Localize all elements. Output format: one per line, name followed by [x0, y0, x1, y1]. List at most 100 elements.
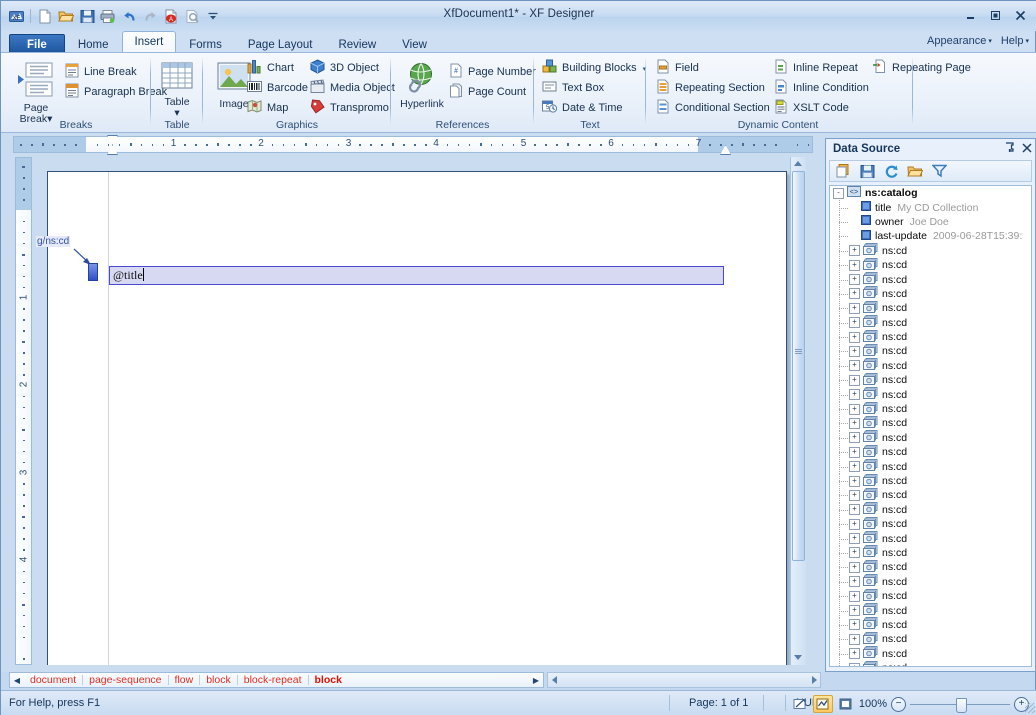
page-number-button[interactable]: # Page Number: [447, 62, 540, 82]
table-dropdown[interactable]: ▾: [174, 107, 179, 119]
expand-icon[interactable]: +: [849, 403, 860, 415]
scrollbar-thumb[interactable]: [792, 171, 805, 561]
preview-view-icon[interactable]: [837, 696, 855, 712]
tree-node[interactable]: + ns:cd: [830, 315, 1031, 330]
expand-icon[interactable]: +: [849, 461, 860, 473]
filter-data-source-icon[interactable]: [929, 162, 949, 180]
tree-node[interactable]: + ns:cd: [830, 444, 1031, 460]
breadcrumb-item[interactable]: block: [309, 674, 348, 686]
expand-icon[interactable]: +: [849, 590, 860, 602]
map-button[interactable]: Map: [245, 98, 292, 118]
tree-node[interactable]: + ns:cd: [830, 516, 1031, 532]
expand-icon[interactable]: +: [849, 576, 860, 588]
minimize-button[interactable]: [959, 7, 981, 24]
tree-node[interactable]: + ns:cd: [830, 531, 1031, 546]
page-break-button[interactable]: Page Break▾: [7, 58, 65, 125]
tree-node[interactable]: + ns:cd: [830, 344, 1031, 359]
expand-icon[interactable]: +: [849, 288, 860, 300]
tree-node[interactable]: + ns:cd: [830, 631, 1031, 647]
data-source-tree[interactable]: - <> ns:catalog title My CD Collection owner J…: [829, 185, 1032, 667]
page-indicator[interactable]: Page: 1 of 1: [689, 697, 748, 709]
canvas-vertical-scrollbar[interactable]: [790, 157, 806, 665]
tree-node[interactable]: + ns:cd: [830, 502, 1031, 517]
expand-icon[interactable]: +: [849, 432, 860, 444]
repeating-page-button[interactable]: Repeating Page: [870, 58, 975, 78]
expand-icon[interactable]: +: [849, 417, 860, 429]
building-blocks-button[interactable]: Building Blocks ▾: [540, 58, 650, 78]
vertical-ruler[interactable]: 1 2 3 4: [15, 157, 32, 665]
zoom-slider[interactable]: [910, 696, 1010, 713]
expand-icon[interactable]: +: [849, 605, 860, 617]
expand-icon[interactable]: +: [849, 331, 860, 343]
tree-node[interactable]: + ns:cd: [830, 545, 1031, 561]
breadcrumb-prev-button[interactable]: ◀: [10, 676, 24, 685]
expand-icon[interactable]: +: [849, 360, 860, 372]
tree-node[interactable]: + ns:cd: [830, 272, 1031, 287]
text-box-button[interactable]: Text Box: [540, 78, 608, 98]
tree-node[interactable]: + ns:cd: [830, 559, 1031, 575]
expand-icon[interactable]: +: [849, 547, 860, 559]
expand-icon[interactable]: +: [849, 345, 860, 357]
expand-icon[interactable]: +: [849, 504, 860, 516]
tree-node[interactable]: owner Joe Doe: [830, 214, 1031, 230]
new-data-source-icon[interactable]: [833, 162, 853, 180]
zoom-level[interactable]: 100%: [859, 698, 887, 710]
breadcrumb-item[interactable]: block-repeat: [238, 674, 308, 686]
expand-icon[interactable]: +: [849, 274, 860, 286]
zoom-slider-thumb[interactable]: [956, 698, 967, 713]
document-page[interactable]: g/ns:cd @title: [36, 171, 787, 665]
inline-repeat-button[interactable]: Inline Repeat: [772, 58, 862, 78]
document-canvas[interactable]: g/ns:cd @title: [34, 157, 806, 665]
date-time-button[interactable]: 5 Date & Time: [540, 98, 627, 118]
expand-icon[interactable]: +: [849, 662, 860, 666]
expand-icon[interactable]: +: [849, 489, 860, 501]
tree-node[interactable]: title My CD Collection: [830, 200, 1031, 215]
tree-node[interactable]: + ns:cd: [830, 387, 1031, 402]
hscroll-left-arrow[interactable]: [549, 674, 560, 686]
design-view-icon[interactable]: [791, 696, 809, 712]
pin-icon[interactable]: [1001, 142, 1018, 156]
collapse-icon[interactable]: -: [833, 187, 844, 199]
scroll-down-arrow[interactable]: [794, 655, 802, 660]
canvas-horizontal-scrollbar[interactable]: [547, 672, 821, 688]
3d-object-button[interactable]: 3D Object: [308, 58, 383, 78]
maximize-button[interactable]: [984, 7, 1006, 24]
breadcrumb-next-button[interactable]: ▶: [529, 676, 543, 685]
expand-icon[interactable]: +: [849, 533, 860, 545]
tree-node[interactable]: + ns:cd: [830, 588, 1031, 604]
tree-node[interactable]: + ns:cd: [830, 401, 1031, 417]
tree-node[interactable]: + ns:cd: [830, 358, 1031, 374]
expand-icon[interactable]: +: [849, 648, 860, 660]
tree-node[interactable]: + ns:cd: [830, 300, 1031, 316]
close-panel-icon[interactable]: [1018, 142, 1035, 156]
chart-button[interactable]: Chart: [245, 58, 298, 78]
layout-view-icon[interactable]: [812, 695, 833, 713]
transpromo-button[interactable]: Transpromo: [308, 98, 393, 118]
tree-node[interactable]: + ns:cd: [830, 430, 1031, 446]
conditional-section-button[interactable]: Conditional Section: [654, 98, 774, 118]
expand-icon[interactable]: +: [849, 561, 860, 573]
tree-node[interactable]: + ns:cd: [830, 257, 1031, 273]
breadcrumb-item[interactable]: block: [200, 674, 237, 686]
xslt-code-button[interactable]: XSLT Code: [772, 98, 853, 118]
expand-icon[interactable]: +: [849, 259, 860, 271]
horizontal-ruler[interactable]: 1 2 3 4 5 6 7: [13, 136, 813, 153]
expand-icon[interactable]: +: [849, 317, 860, 329]
zoom-out-button[interactable]: −: [891, 696, 906, 712]
tree-node[interactable]: + ns:cd: [830, 617, 1031, 633]
inline-condition-button[interactable]: Inline Condition: [772, 78, 873, 98]
breadcrumb-item[interactable]: document: [24, 674, 82, 686]
page-count-button[interactable]: Page Count: [447, 82, 530, 102]
tree-node[interactable]: + ns:cd: [830, 473, 1031, 489]
field-placeholder[interactable]: @title: [109, 266, 724, 285]
hscroll-right-arrow[interactable]: [808, 674, 819, 686]
tree-node[interactable]: + ns:cd: [830, 660, 1031, 666]
field-button[interactable]: Field: [654, 58, 703, 78]
expand-icon[interactable]: +: [849, 245, 860, 257]
table-button[interactable]: Table ▾: [148, 58, 206, 119]
resize-grip[interactable]: [1025, 703, 1035, 713]
tree-node[interactable]: + ns:cd: [830, 415, 1031, 431]
tree-node[interactable]: last-update 2009-06-28T15:39:: [830, 229, 1031, 244]
breadcrumb-item[interactable]: flow: [169, 674, 200, 686]
help-menu[interactable]: Help ▾: [1001, 35, 1029, 47]
